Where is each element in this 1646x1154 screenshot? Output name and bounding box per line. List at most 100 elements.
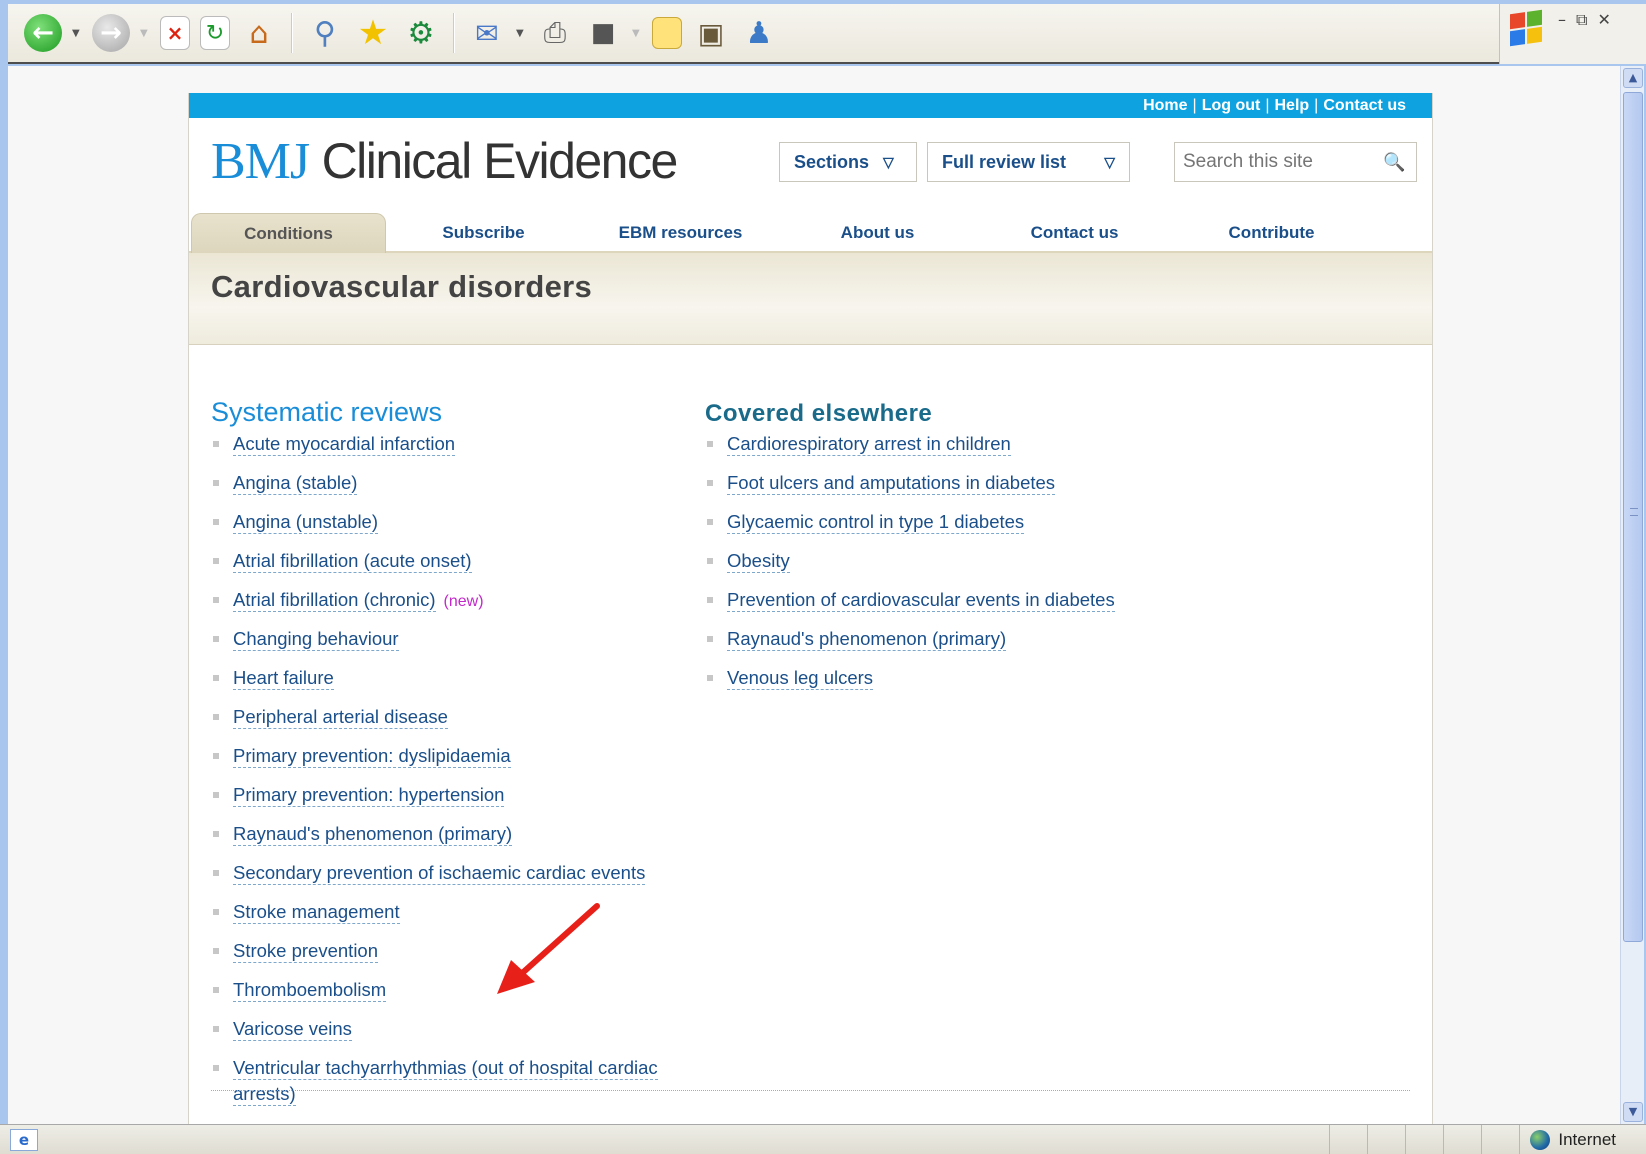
media-icon[interactable]: ⚙ [402, 14, 440, 52]
browser-toolbar: ← ▼ → ▼ × ↻ ⌂ ⚲ ★ ⚙ ✉ ▼ ⎙ ■ ▼ ▣ ♟ [8, 4, 1499, 64]
review-link[interactable]: Acute myocardial infarction [233, 433, 456, 456]
back-icon[interactable]: ← [24, 14, 62, 52]
list-item: Thromboembolism [211, 977, 681, 1016]
review-link[interactable]: Angina (unstable) [233, 511, 379, 534]
status-cell [1443, 1125, 1481, 1154]
search-icon[interactable]: ⚲ [306, 14, 344, 52]
systematic-reviews-heading: Systematic reviews [211, 397, 443, 427]
covered-link[interactable]: Glycaemic control in type 1 diabetes [727, 511, 1025, 534]
review-link[interactable]: Atrial fibrillation (chronic) [233, 589, 436, 612]
tab-conditions[interactable]: Conditions [191, 213, 386, 253]
full-review-list-dropdown[interactable]: Full review list ▽ [927, 142, 1130, 182]
review-link[interactable]: Primary prevention: dyslipidaemia [233, 745, 511, 768]
review-link[interactable]: Varicose veins [233, 1018, 352, 1041]
search-icon[interactable]: 🔍 [1383, 152, 1405, 173]
mail-icon[interactable]: ✉ [468, 14, 506, 52]
stop-icon[interactable]: × [160, 16, 190, 50]
favorites-icon[interactable]: ★ [354, 13, 392, 53]
review-link[interactable]: Stroke prevention [233, 940, 379, 963]
review-link[interactable]: Secondary prevention of ischaemic cardia… [233, 862, 646, 885]
list-item: Secondary prevention of ischaemic cardia… [211, 860, 681, 899]
systematic-reviews-list: Acute myocardial infarction Angina (stab… [211, 431, 681, 1107]
list-item: Varicose veins [211, 1016, 681, 1055]
list-item: Venous leg ulcers [705, 665, 1205, 704]
print-icon[interactable]: ⎙ [536, 14, 574, 52]
util-separator: | [1192, 96, 1197, 114]
list-item: Foot ulcers and amputations in diabetes [705, 470, 1205, 509]
research-icon[interactable]: ▣ [692, 14, 730, 52]
globe-icon [1530, 1129, 1551, 1150]
site-search: 🔍 [1174, 142, 1417, 182]
forward-dropdown-icon[interactable]: ▼ [140, 28, 150, 39]
search-input[interactable] [1183, 151, 1383, 173]
status-cell [1367, 1125, 1405, 1154]
util-link-logout[interactable]: Log out [1202, 97, 1261, 115]
covered-elsewhere-list: Cardiorespiratory arrest in children Foo… [705, 431, 1205, 704]
back-dropdown-icon[interactable]: ▼ [72, 28, 82, 39]
util-separator: | [1265, 96, 1270, 114]
review-link[interactable]: Peripheral arterial disease [233, 706, 448, 729]
close-icon[interactable]: ✕ [1597, 10, 1610, 30]
tab-contribute[interactable]: Contribute [1174, 213, 1369, 253]
window-corner: – ⧉ ✕ [1500, 4, 1646, 64]
review-link[interactable]: Angina (stable) [233, 472, 358, 495]
title-band: Cardiovascular disorders [189, 253, 1432, 345]
list-item: Changing behaviour [211, 626, 681, 665]
notes-icon[interactable] [652, 17, 682, 49]
covered-link[interactable]: Cardiorespiratory arrest in children [727, 433, 1011, 456]
list-item: Cardiorespiratory arrest in children [705, 431, 1205, 470]
minimize-icon[interactable]: – [1558, 10, 1566, 30]
edit-icon[interactable]: ■ [584, 14, 622, 52]
util-link-home[interactable]: Home [1143, 97, 1187, 115]
covered-link[interactable]: Venous leg ulcers [727, 667, 874, 690]
tab-about-us[interactable]: About us [780, 213, 975, 253]
covered-link[interactable]: Obesity [727, 550, 790, 573]
list-item: Primary prevention: dyslipidaemia [211, 743, 681, 782]
scroll-down-icon[interactable]: ▼ [1623, 1102, 1643, 1122]
mail-dropdown-icon[interactable]: ▼ [516, 28, 526, 39]
covered-link[interactable]: Foot ulcers and amputations in diabetes [727, 472, 1056, 495]
systematic-reviews-section: Systematic reviews Acute myocardial infa… [211, 397, 681, 1107]
list-item: Glycaemic control in type 1 diabetes [705, 509, 1205, 548]
full-review-label: Full review list [942, 151, 1067, 172]
covered-link[interactable]: Prevention of cardiovascular events in d… [727, 589, 1115, 612]
review-link[interactable]: Raynaud's phenomenon (primary) [233, 823, 513, 846]
content-divider [211, 1090, 1410, 1091]
review-link-heart-failure[interactable]: Heart failure [233, 667, 334, 690]
sections-label: Sections [794, 151, 870, 172]
browser-viewport: Home | Log out | Help | Contact us BMJ Clin… [8, 66, 1620, 1124]
utility-bar: Home | Log out | Help | Contact us [189, 93, 1432, 118]
review-link[interactable]: Primary prevention: hypertension [233, 784, 505, 807]
site-logo[interactable]: BMJ Clinical Evidence [211, 132, 678, 191]
list-item: Primary prevention: hypertension [211, 782, 681, 821]
tab-subscribe[interactable]: Subscribe [386, 213, 581, 253]
chevron-down-icon: ▽ [883, 153, 894, 170]
sections-dropdown[interactable]: Sections ▽ [779, 142, 917, 182]
forward-icon[interactable]: → [92, 14, 130, 52]
home-icon[interactable]: ⌂ [240, 14, 278, 52]
restore-icon[interactable]: ⧉ [1576, 10, 1587, 30]
refresh-icon[interactable]: ↻ [200, 16, 230, 50]
grip-icon [1630, 508, 1638, 516]
list-item: Prevention of cardiovascular events in d… [705, 587, 1205, 626]
util-link-contact[interactable]: Contact us [1323, 97, 1406, 115]
edit-dropdown-icon[interactable]: ▼ [632, 28, 642, 39]
list-item: Angina (stable) [211, 470, 681, 509]
list-item: Stroke management [211, 899, 681, 938]
security-zone[interactable]: Internet [1519, 1125, 1646, 1154]
logo-bmj: BMJ [211, 133, 310, 190]
messenger-icon[interactable]: ♟ [740, 14, 778, 52]
scrollbar-thumb[interactable] [1623, 92, 1643, 942]
tab-ebm-resources[interactable]: EBM resources [583, 213, 778, 253]
review-link[interactable]: Ventricular tachyarrhythmias (out of hos… [233, 1057, 658, 1106]
review-link[interactable]: Stroke management [233, 901, 400, 924]
covered-link[interactable]: Raynaud's phenomenon (primary) [727, 628, 1007, 651]
review-link[interactable]: Thromboembolism [233, 979, 387, 1002]
util-link-help[interactable]: Help [1275, 97, 1310, 115]
tab-contact-us[interactable]: Contact us [977, 213, 1172, 253]
status-cell [1329, 1125, 1367, 1154]
scroll-up-icon[interactable]: ▲ [1623, 68, 1643, 88]
review-link[interactable]: Changing behaviour [233, 628, 399, 651]
review-link[interactable]: Atrial fibrillation (acute onset) [233, 550, 472, 573]
vertical-scrollbar[interactable]: ▲ ▼ [1620, 66, 1644, 1124]
